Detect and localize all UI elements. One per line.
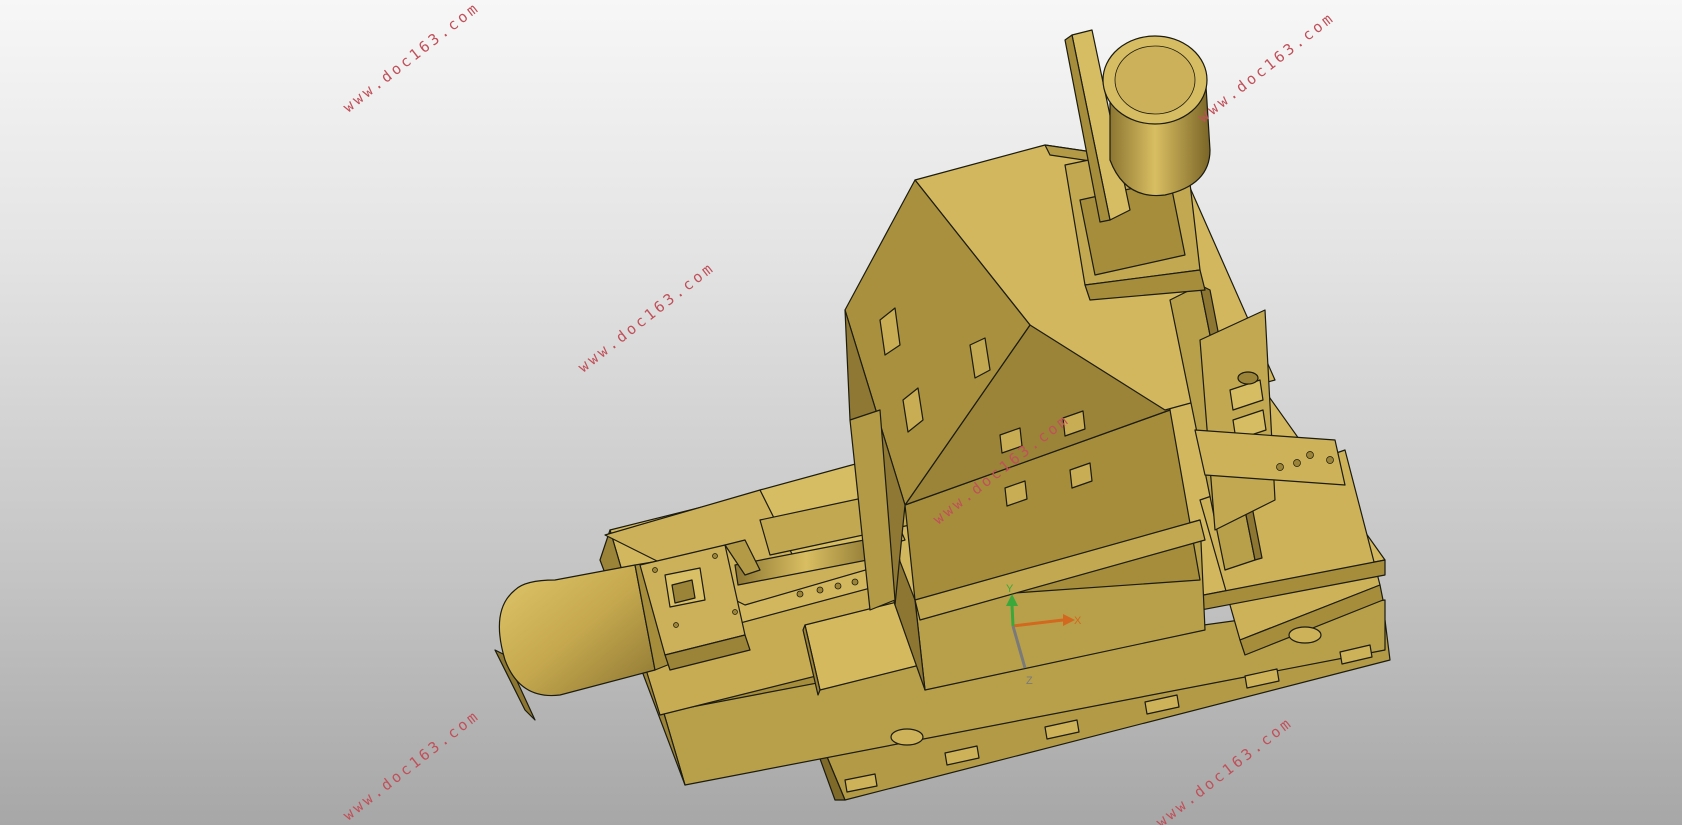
triad-y-label: Y: [1006, 583, 1014, 595]
spindle-motor-assembly: [1064, 29, 1211, 301]
lathe-bed-3d-model[interactable]: X Y Z: [0, 0, 1682, 825]
triad-z-label: Z: [1026, 675, 1033, 687]
cad-3d-viewport[interactable]: X Y Z www.doc163.com www.doc163.com www.…: [0, 0, 1682, 825]
triad-x-label: X: [1074, 615, 1082, 627]
